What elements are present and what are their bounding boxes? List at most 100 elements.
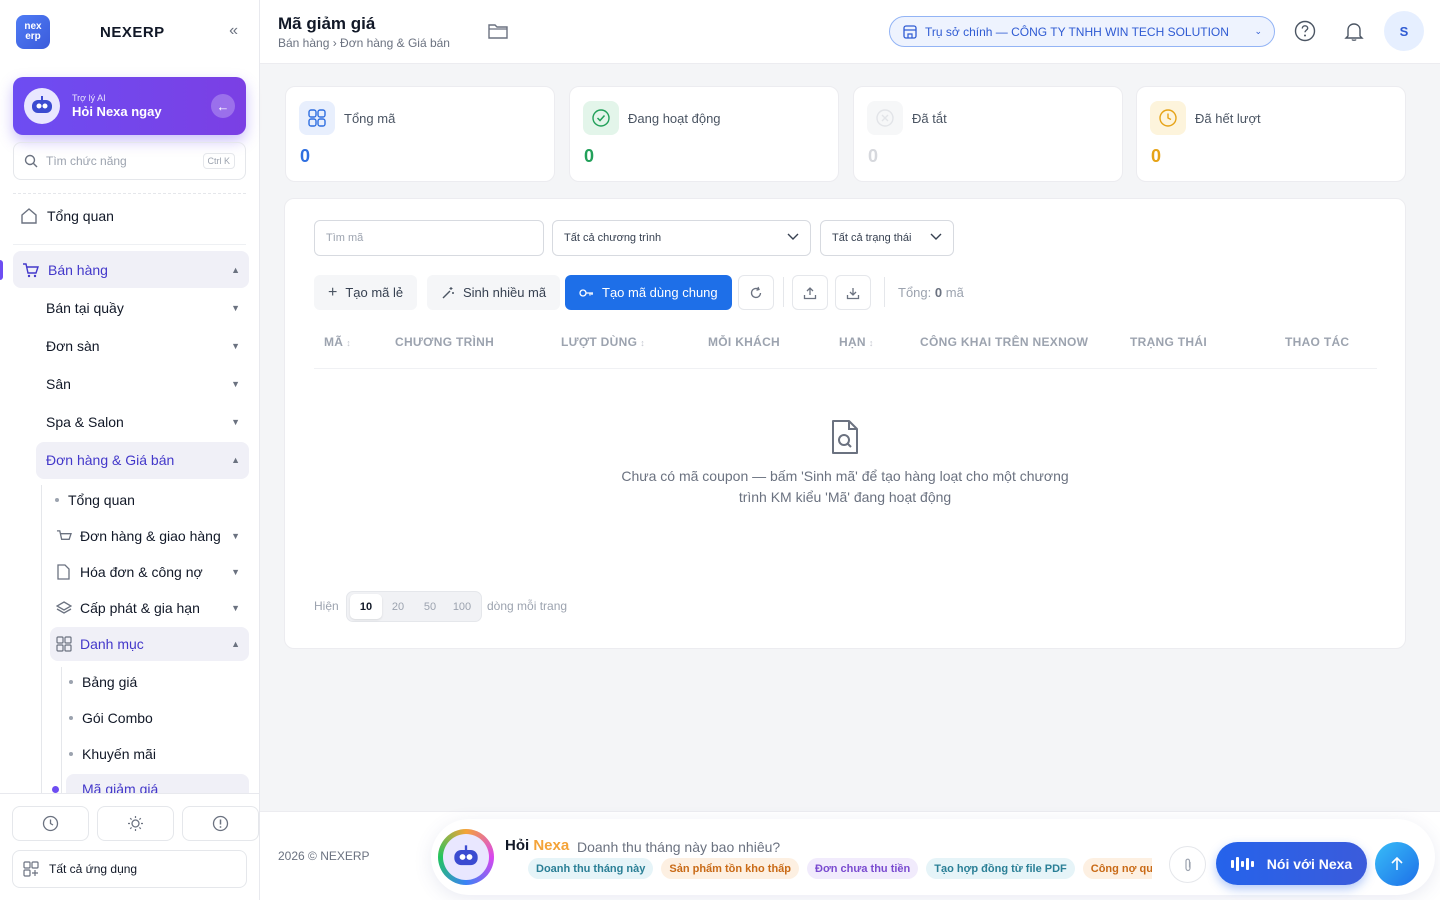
nav-price-list[interactable]: Bảng giá: [69, 672, 248, 692]
nav-marketplace-orders[interactable]: Đơn sàn ▼: [46, 336, 248, 356]
nav-sales[interactable]: Bán hàng ▲: [22, 260, 248, 280]
empty-line-2: trình KM kiểu 'Mã' đang hoạt động: [738, 489, 952, 505]
cart-icon: [56, 529, 72, 540]
nav-orders-delivery[interactable]: Đơn hàng & giao hàng ▼: [56, 526, 248, 546]
column-header-expiry[interactable]: HẠN ↕: [839, 335, 874, 349]
column-header-per-customer: MỖI KHÁCH: [708, 335, 780, 349]
nav-issue-extend[interactable]: Cấp phát & gia hạn ▼: [56, 598, 248, 618]
column-header-status: TRẠNG THÁI: [1130, 335, 1207, 349]
chevron-down-icon: ▼: [231, 379, 240, 389]
generate-many-label: Sinh nhiều mã: [463, 285, 547, 300]
check-circle-icon: [583, 101, 619, 135]
nav-issue-extend-label: Cấp phát & gia hạn: [80, 600, 200, 616]
branch-selector[interactable]: Trụ sở chính — CÔNG TY TNHH WIN TECH SOL…: [889, 16, 1275, 47]
page-size-option[interactable]: 100: [446, 594, 478, 619]
nav-court[interactable]: Sân ▼: [46, 374, 248, 394]
program-filter-value: Tất cả chương trình: [564, 232, 662, 244]
talk-to-nexa-button[interactable]: Nói với Nexa: [1216, 842, 1367, 885]
theme-button[interactable]: [97, 806, 174, 841]
upload-button[interactable]: [792, 275, 828, 310]
suggestion-chip[interactable]: Công nợ quá hạn: [1082, 858, 1152, 879]
suggestion-chip[interactable]: Sản phẩm tồn kho thấp: [661, 858, 800, 879]
shortcut-badge: Ctrl K: [202, 153, 235, 169]
create-single-label: Tạo mã lẻ: [345, 285, 404, 300]
column-label: MÃ: [324, 335, 344, 349]
nav-sub-overview[interactable]: Tổng quan: [55, 490, 248, 510]
page-size-option[interactable]: 50: [414, 594, 446, 619]
empty-state-message: Chưa có mã coupon — bấm 'Sinh mã' để tạo…: [585, 466, 1105, 508]
status-filter-value: Tất cả trạng thái: [832, 232, 912, 244]
logo[interactable]: nex erp: [16, 15, 50, 49]
refresh-icon: [750, 286, 762, 298]
create-shared-code-button[interactable]: Tạo mã dùng chung: [565, 275, 732, 310]
nav-catalog[interactable]: Danh mục ▲: [56, 634, 248, 654]
divider: [13, 193, 246, 194]
paperclip-icon[interactable]: [1169, 846, 1206, 883]
column-header-program: CHƯƠNG TRÌNH: [395, 335, 494, 349]
suggestion-chip[interactable]: Tạo hợp đồng từ file PDF: [926, 858, 1075, 879]
program-filter-select[interactable]: Tất cả chương trình: [552, 220, 811, 256]
nav-overview-label: Tổng quan: [47, 208, 114, 224]
branch-label: Trụ sở chính — CÔNG TY TNHH WIN TECH SOL…: [925, 24, 1229, 39]
page-size-option[interactable]: 10: [350, 594, 382, 619]
create-single-code-button[interactable]: + Tạo mã lẻ: [314, 275, 418, 310]
column-header-code[interactable]: MÃ ↕: [324, 335, 351, 349]
collapse-sidebar-icon[interactable]: «: [229, 22, 238, 40]
ask-prefix: Hỏi: [505, 837, 530, 854]
refresh-button[interactable]: [738, 275, 774, 310]
bullet-dot: [69, 752, 73, 756]
report-button[interactable]: [182, 806, 259, 841]
nav-spa[interactable]: Spa & Salon ▼: [46, 412, 248, 432]
nexa-avatar[interactable]: [438, 829, 494, 885]
bell-icon[interactable]: [1341, 18, 1367, 44]
breadcrumb[interactable]: Bán hàng › Đơn hàng & Giá bán: [278, 36, 450, 50]
create-shared-label: Tạo mã dùng chung: [602, 285, 718, 300]
nav-sales-label: Bán hàng: [48, 262, 108, 278]
page-title: Mã giảm giá: [278, 14, 376, 33]
nav-pos[interactable]: Bán tại quầy ▼: [46, 298, 248, 318]
key-icon: [579, 288, 593, 297]
function-search-input[interactable]: Tìm chức năng Ctrl K: [13, 142, 246, 180]
nav-combo[interactable]: Gói Combo: [69, 708, 248, 728]
coupon-panel: Tìm mã Tất cả chương trình Tất cả trạng …: [284, 198, 1406, 649]
document-icon: [57, 564, 70, 580]
user-avatar[interactable]: S: [1384, 11, 1424, 51]
nav-spa-label: Spa & Salon: [46, 414, 124, 430]
nav-orders-pricing-label: Đơn hàng & Giá bán: [46, 452, 175, 468]
nav-invoices-debt[interactable]: Hóa đơn & công nợ ▼: [56, 562, 248, 582]
ask-nexa-card[interactable]: Trợ lý AI Hỏi Nexa ngay ←: [13, 77, 246, 135]
store-icon: [903, 24, 917, 39]
all-apps-button[interactable]: Tất cả ứng dụng: [12, 850, 247, 888]
chevron-down-icon: ▼: [231, 603, 240, 613]
tree-line: [61, 667, 62, 795]
chevron-down-icon: ▼: [231, 341, 240, 351]
layers-icon: [56, 600, 72, 614]
help-icon[interactable]: [1292, 18, 1318, 44]
history-button[interactable]: [12, 806, 89, 841]
column-label: CÔNG KHAI TRÊN NEXNOW: [920, 335, 1089, 349]
sidebar: nex erp NEXERP « Trợ lý AI Hỏi Nexa ngay…: [0, 0, 260, 900]
suggestion-chip[interactable]: Đơn chưa thu tiền: [807, 858, 919, 879]
status-filter-select[interactable]: Tất cả trạng thái: [820, 220, 954, 256]
download-button[interactable]: [835, 275, 871, 310]
topbar: Mã giảm giá Bán hàng › Đơn hàng & Giá bá…: [260, 0, 1440, 64]
folder-icon[interactable]: [488, 22, 508, 45]
column-header-usage[interactable]: LƯỢT DÙNG ↕: [561, 335, 645, 349]
nav-coupon[interactable]: Mã giảm giá: [66, 774, 249, 793]
arrow-left-icon[interactable]: ←: [211, 94, 235, 118]
page-size-option[interactable]: 20: [382, 594, 414, 619]
ask-question-input[interactable]: Doanh thu tháng này bao nhiêu?: [577, 839, 780, 855]
chevron-down-icon: ⌄: [1254, 26, 1262, 36]
nav-overview[interactable]: Tổng quan: [20, 205, 248, 227]
send-arrow-icon[interactable]: [1375, 842, 1419, 886]
suggestion-chip[interactable]: Doanh thu tháng này: [528, 858, 654, 879]
sun-icon: [128, 816, 143, 831]
nav-orders-pricing[interactable]: Đơn hàng & Giá bán ▲: [46, 450, 248, 470]
nav-pos-label: Bán tại quầy: [46, 300, 124, 316]
nav-promotion[interactable]: Khuyến mãi: [69, 744, 248, 764]
code-search-input[interactable]: Tìm mã: [314, 220, 544, 256]
generate-many-codes-button[interactable]: Sinh nhiều mã: [427, 275, 561, 310]
column-label: TRẠNG THÁI: [1130, 335, 1207, 349]
column-header-actions: THAO TÁC: [1285, 335, 1349, 349]
nav-invoices-debt-label: Hóa đơn & công nợ: [80, 564, 203, 580]
